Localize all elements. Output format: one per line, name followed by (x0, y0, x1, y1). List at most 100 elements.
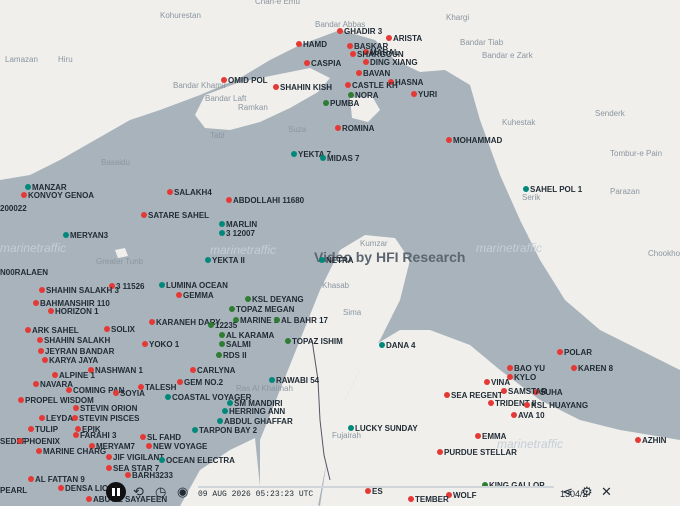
ship-marker[interactable]: OMID POL (221, 76, 268, 85)
ship-dot[interactable] (222, 408, 228, 414)
ship-dot[interactable] (273, 84, 279, 90)
ship-marker[interactable]: KSL HUAYANG (524, 401, 588, 410)
ship-dot[interactable] (523, 186, 529, 192)
ship-marker[interactable]: GEM NO.2 (177, 378, 224, 387)
ship-dot[interactable] (304, 60, 310, 66)
ship-dot[interactable] (17, 438, 23, 444)
ship-dot[interactable] (192, 427, 198, 433)
ship-dot[interactable] (488, 400, 494, 406)
ship-marker[interactable]: BAVAN (356, 69, 390, 78)
ship-dot[interactable] (28, 476, 34, 482)
ship-marker[interactable]: RAWABI 54 (269, 376, 320, 385)
ship-dot[interactable] (296, 41, 302, 47)
ship-dot[interactable] (229, 306, 235, 312)
ship-marker[interactable]: SAMSTAR (501, 387, 547, 396)
ship-marker[interactable]: MARINE 1 (233, 316, 279, 325)
ship-dot[interactable] (42, 357, 48, 363)
ship-marker[interactable]: SHAHIN KISH (273, 83, 332, 92)
ship-dot[interactable] (106, 465, 112, 471)
ship-marker[interactable]: STEVIN PISCES (72, 414, 140, 423)
ship-marker[interactable]: CASTLE KH (345, 81, 398, 90)
ship-dot[interactable] (411, 91, 417, 97)
ship-dot[interactable] (58, 485, 64, 491)
ship-marker[interactable]: PHOENIX (17, 437, 61, 446)
ship-marker[interactable]: TARPON BAY 2 (192, 426, 258, 435)
ship-dot[interactable] (216, 352, 222, 358)
ship-dot[interactable] (125, 472, 131, 478)
ship-marker[interactable]: SATARE SAHEL (141, 211, 209, 220)
ship-marker[interactable]: AL BAHR 17 (274, 316, 329, 325)
ship-marker[interactable]: MARINE CHARG (36, 447, 106, 456)
ship-marker[interactable]: ALPINE 1 (52, 371, 96, 380)
ship-dot[interactable] (208, 322, 214, 328)
ship-dot[interactable] (86, 496, 92, 502)
ship-dot[interactable] (274, 317, 280, 323)
ship-marker[interactable]: LUCKY SUNDAY (348, 424, 418, 433)
ship-marker[interactable]: SL FAHD (140, 433, 181, 442)
ship-dot[interactable] (177, 379, 183, 385)
ship-dot[interactable] (33, 381, 39, 387)
ship-marker[interactable]: HORIZON 1 (48, 307, 99, 316)
ship-dot[interactable] (52, 372, 58, 378)
ship-dot[interactable] (227, 400, 233, 406)
ship-dot[interactable] (149, 319, 155, 325)
ship-dot[interactable] (66, 387, 72, 393)
ship-marker[interactable]: ARK SAHEL (25, 326, 79, 335)
ship-dot[interactable] (245, 296, 251, 302)
ship-marker[interactable]: KONVOY GENOA (21, 191, 94, 200)
ship-dot[interactable] (345, 82, 351, 88)
ship-marker[interactable]: JIF VIGILANT (106, 453, 164, 462)
ship-marker[interactable]: FARAHI 3 (73, 431, 117, 440)
ship-marker[interactable]: BAO YU (507, 364, 545, 373)
ship-dot[interactable] (348, 92, 354, 98)
ship-dot[interactable] (219, 332, 225, 338)
ship-marker[interactable]: AL FATTAN 9 (28, 475, 85, 484)
ship-marker[interactable]: LUMINA OCEAN (159, 281, 228, 290)
ship-marker[interactable]: STEVIN ORION (73, 404, 138, 413)
ship-marker[interactable]: DING XIANG (363, 58, 418, 67)
ship-dot[interactable] (142, 341, 148, 347)
ship-marker[interactable]: SAHEL POL 1 (523, 185, 583, 194)
ship-marker[interactable]: NEW VOYAGE (146, 442, 208, 451)
share-icon[interactable]: ⋖ (562, 484, 573, 500)
ship-marker[interactable]: NASHWAN 1 (88, 366, 144, 375)
ship-marker[interactable]: ROMINA (335, 124, 375, 133)
ship-marker[interactable]: SEA REGENT (444, 391, 503, 400)
ship-dot[interactable] (356, 70, 362, 76)
ship-dot[interactable] (140, 434, 146, 440)
ship-marker[interactable]: RDS II (216, 351, 247, 360)
ship-dot[interactable] (363, 59, 369, 65)
ship-dot[interactable] (557, 349, 563, 355)
ship-dot[interactable] (219, 230, 225, 236)
ship-dot[interactable] (63, 232, 69, 238)
ship-marker[interactable]: YOKO 1 (142, 340, 180, 349)
ship-marker[interactable]: YEKTA II (205, 256, 245, 265)
ship-marker[interactable]: MOHAMMAD (446, 136, 503, 145)
ship-dot[interactable] (285, 338, 291, 344)
ship-marker[interactable]: HERRING ANN (222, 407, 285, 416)
ship-dot[interactable] (38, 348, 44, 354)
rewind-icon[interactable]: ⟲ (133, 484, 144, 500)
ship-dot[interactable] (141, 212, 147, 218)
ship-dot[interactable] (365, 488, 371, 494)
ship-dot[interactable] (190, 367, 196, 373)
ship-marker[interactable]: AL KARAMA (219, 331, 275, 340)
close-icon[interactable]: ✕ (601, 484, 612, 500)
ship-dot[interactable] (635, 437, 641, 443)
map-canvas[interactable]: Chah-e EmuKohurestanLamazan HiruBandar Ab… (0, 0, 680, 506)
ship-dot[interactable] (167, 189, 173, 195)
ship-marker[interactable]: SALMI (219, 340, 251, 349)
timeline-track[interactable] (198, 486, 554, 488)
ship-dot[interactable] (221, 77, 227, 83)
history-icon[interactable]: ◷ (155, 484, 166, 500)
ship-dot[interactable] (335, 125, 341, 131)
ship-dot[interactable] (319, 257, 325, 263)
ship-dot[interactable] (484, 379, 490, 385)
ship-marker[interactable]: ABDUL GHAFFAR (217, 417, 293, 426)
ship-dot[interactable] (205, 257, 211, 263)
ship-dot[interactable] (219, 221, 225, 227)
ship-marker[interactable]: KARYA JAYA (42, 356, 98, 365)
ship-dot[interactable] (28, 426, 34, 432)
ship-dot[interactable] (159, 457, 165, 463)
ship-dot[interactable] (348, 425, 354, 431)
